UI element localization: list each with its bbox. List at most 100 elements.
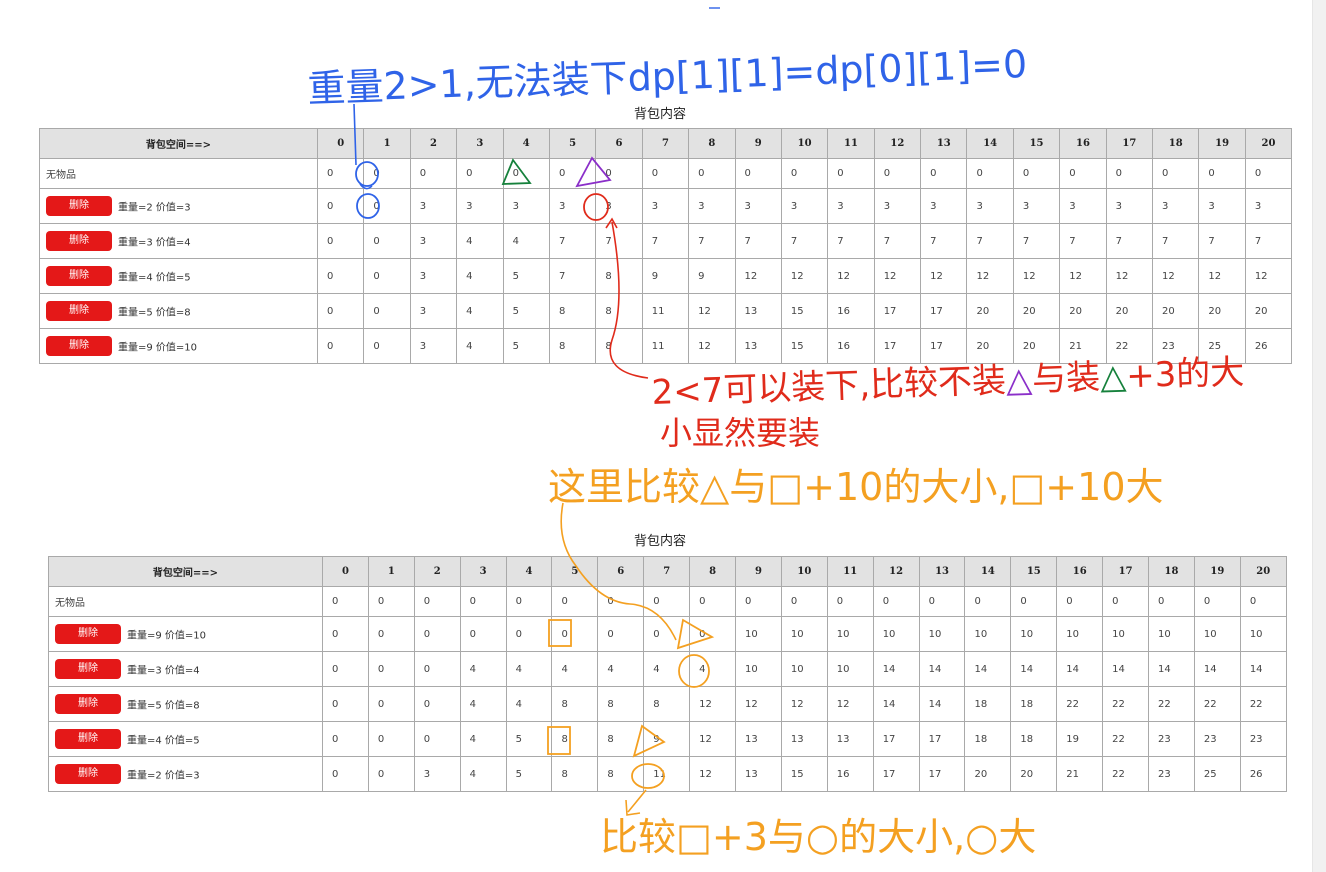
- dp-cell: 25: [1198, 328, 1246, 364]
- dp-cell: 12: [689, 686, 737, 722]
- dp-cell: 14: [918, 686, 966, 722]
- dp-cell: 3: [409, 293, 458, 329]
- header-capacity-9: 9: [735, 556, 782, 587]
- dp-cell: 20: [1059, 293, 1107, 329]
- delete-button[interactable]: 删除: [55, 764, 121, 784]
- dp-cell: 0: [316, 328, 365, 364]
- dp-cell: 0: [413, 616, 461, 652]
- dp-cell: 15: [780, 328, 829, 364]
- dp-cell: 26: [1244, 328, 1293, 364]
- header-capacity-10: 10: [780, 556, 828, 587]
- dp-cell: 21: [1056, 756, 1104, 792]
- dp-cell: 9: [641, 258, 690, 294]
- header-capacity-2: 2: [409, 128, 458, 159]
- dp-cell: 0: [873, 158, 922, 189]
- dp-cell: 13: [734, 328, 782, 364]
- dp-cell: 3: [409, 258, 458, 294]
- dp-cell: 22: [1239, 686, 1287, 722]
- dp-cell: 12: [1059, 258, 1107, 294]
- delete-button[interactable]: 删除: [46, 301, 112, 321]
- dp-cell: 14: [1010, 651, 1058, 687]
- dp-cell: 3: [1012, 188, 1061, 224]
- page-scrollbar[interactable]: [1312, 0, 1326, 872]
- dp-cell: 23: [1148, 721, 1195, 757]
- dp-cell: 0: [367, 756, 415, 792]
- dp-cell: 20: [1012, 293, 1061, 329]
- dp-cell: 0: [459, 586, 507, 617]
- header-capacity-15: 15: [1010, 556, 1058, 587]
- dp-cell: 0: [1198, 158, 1246, 189]
- dp-cell: 0: [643, 586, 691, 617]
- dp-cell: 8: [595, 258, 643, 294]
- dp-cell: 0: [363, 158, 411, 189]
- dp-cell: 17: [920, 328, 968, 364]
- dp-cell: 0: [1010, 586, 1058, 617]
- dp-cell: 11: [643, 756, 691, 792]
- delete-button[interactable]: 删除: [46, 231, 112, 251]
- dp-cell: 4: [505, 651, 553, 687]
- dp-cell: 4: [459, 686, 507, 722]
- dp-cell: 20: [1105, 293, 1154, 329]
- dp-cell: 12: [873, 258, 922, 294]
- dp-cell: 12: [826, 686, 874, 722]
- dp-cell: 3: [409, 223, 458, 259]
- table-row: 删除 重量=3 价值=4 0 0 0 4 4 4 4 4 4 10 10 10 14 14 14 14 14 14 14…: [48, 651, 1287, 687]
- dp-cell: 4: [459, 651, 507, 687]
- table2-caption: 背包内容: [634, 534, 687, 549]
- delete-button[interactable]: 删除: [46, 196, 112, 216]
- dp-cell: 13: [735, 721, 782, 757]
- dp-cell: 3: [1152, 188, 1200, 224]
- dp-cell: 0: [548, 158, 597, 189]
- dp-cell: 12: [688, 328, 736, 364]
- header-capacity-6: 6: [595, 128, 643, 159]
- dp-cell: 7: [873, 223, 922, 259]
- dp-cell: 8: [597, 721, 645, 757]
- header-capacity-4: 4: [505, 556, 553, 587]
- dp-cell: 14: [872, 651, 920, 687]
- red-note-part1: 2<7可以装下,比较不装: [651, 361, 1007, 413]
- dp-cell: 0: [551, 616, 599, 652]
- delete-button[interactable]: 删除: [55, 624, 121, 644]
- header-capacity-10: 10: [780, 128, 829, 159]
- dp-cell: 0: [367, 686, 415, 722]
- dp-cell: 13: [735, 756, 782, 792]
- dp-cell: 0: [595, 158, 643, 189]
- dp-cell: 8: [597, 686, 645, 722]
- dp-cell: 0: [367, 651, 415, 687]
- dp-cell: 17: [918, 756, 966, 792]
- dp-cell: 8: [595, 293, 643, 329]
- dp-cell: 4: [456, 328, 504, 364]
- header-capacity-15: 15: [1012, 128, 1061, 159]
- header-capacity-1: 1: [363, 128, 411, 159]
- dp-cell: 17: [872, 721, 920, 757]
- dp-cell: 8: [643, 686, 691, 722]
- header-capacity-17: 17: [1105, 128, 1154, 159]
- delete-button[interactable]: 删除: [46, 336, 112, 356]
- dp-cell: 16: [827, 328, 875, 364]
- table-row: 删除 重量=5 价值=8 0 0 3 4 5 8 8 11 12 13 15 16 17 17 20 20 20 20…: [39, 293, 1293, 329]
- dp-cell: 23: [1148, 756, 1195, 792]
- dp-cell: 0: [1012, 158, 1061, 189]
- dp-cell: 10: [826, 616, 874, 652]
- dp-cell: 0: [367, 586, 415, 617]
- dp-cell: 22: [1056, 686, 1104, 722]
- item-weight-value: 重量=2 价值=3: [127, 770, 200, 782]
- header-capacity-19: 19: [1193, 556, 1241, 587]
- dp-table-1: 背包空间==> 0 1 2 3 4 5 6 7 8 9 10 11 12 13 14 15 16 17 18 19 20 …: [39, 128, 1293, 364]
- dp-cell: 0: [920, 158, 968, 189]
- table-row: 删除 重量=9 价值=10 0 0 3 4 5 8 8 11 12 13 15 16 17 17 20 20 21 2…: [39, 328, 1293, 364]
- delete-button[interactable]: 删除: [46, 266, 112, 286]
- dp-cell: 17: [918, 721, 966, 757]
- dp-cell: 0: [322, 616, 369, 652]
- dp-cell: 12: [920, 258, 968, 294]
- delete-button[interactable]: 删除: [55, 659, 121, 679]
- header-capacity-8: 8: [689, 556, 737, 587]
- delete-button[interactable]: 删除: [55, 694, 121, 714]
- delete-button[interactable]: 删除: [55, 729, 121, 749]
- table-row-empty: 无物品 0 0 0 0 0 0 0 0 0 0 0 0 0 0 0 0 0 0 0 0 0: [39, 158, 1293, 189]
- dp-cell: 4: [551, 651, 599, 687]
- item-cell: 删除 重量=9 价值=10: [39, 328, 318, 364]
- dp-cell: 13: [734, 293, 782, 329]
- dp-cell: 12: [966, 258, 1014, 294]
- header-capacity-11: 11: [826, 556, 874, 587]
